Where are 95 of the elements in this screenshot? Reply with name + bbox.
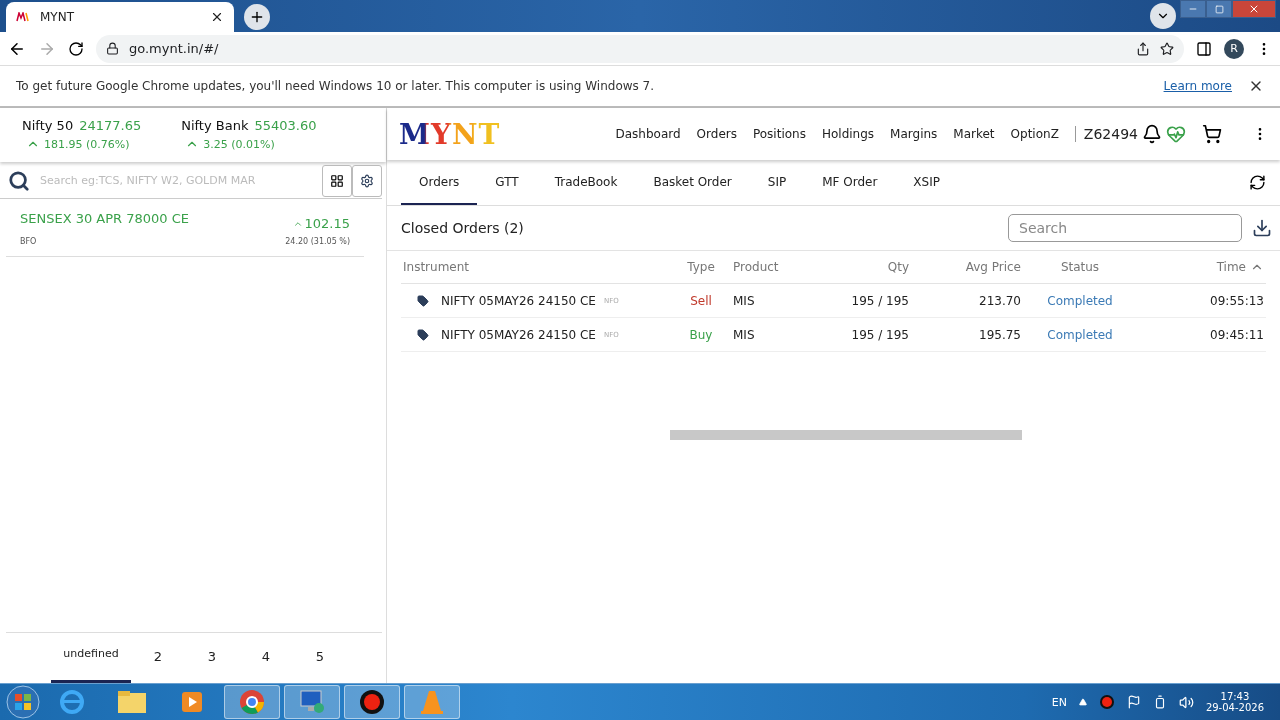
volume-icon[interactable]	[1178, 694, 1194, 710]
record-icon[interactable]	[344, 685, 400, 719]
nav-link[interactable]: Dashboard	[615, 127, 681, 141]
instrument-name: NIFTY 05MAY26 24150 CE	[441, 327, 596, 342]
sub-tab[interactable]: GTT	[477, 160, 537, 205]
sub-tab[interactable]: MF Order	[804, 160, 896, 205]
chrome-icon[interactable]	[224, 685, 280, 719]
table-cell: Buy	[671, 318, 731, 352]
index-name: Nifty 50	[22, 118, 74, 133]
page-tab[interactable]: 3	[185, 633, 239, 683]
search-icon	[8, 169, 30, 192]
scroll-bar[interactable]	[670, 430, 1022, 440]
language-indicator[interactable]: EN	[1051, 695, 1067, 709]
url-text: go.mynt.in/#/	[129, 41, 220, 56]
flag-icon[interactable]	[1126, 695, 1141, 709]
bell-icon[interactable]	[1142, 124, 1162, 144]
nav-link[interactable]: Orders	[696, 127, 737, 141]
table-cell: MIS	[731, 318, 821, 352]
column-header[interactable]: Status	[1023, 251, 1137, 284]
symbol-name: SENSEX 30 APR 78000 CE	[20, 211, 191, 228]
refresh-icon[interactable]	[1249, 174, 1266, 191]
column-header[interactable]: Product	[731, 251, 821, 284]
table-cell: 195 / 195	[821, 318, 911, 352]
column-header[interactable]: Qty	[821, 251, 911, 284]
sub-tab[interactable]: SIP	[749, 160, 805, 205]
close-icon	[1248, 3, 1260, 15]
nav-link[interactable]: Holdings	[821, 127, 875, 141]
side-panel-icon[interactable]	[1196, 40, 1212, 57]
sub-tab[interactable]: XSIP	[895, 160, 958, 205]
section-title: Closed Orders (2)	[401, 220, 524, 236]
grid-icon	[330, 173, 344, 188]
tab-search-button[interactable]	[1150, 3, 1176, 29]
table-cell: MIS	[731, 284, 821, 318]
price-change: 24.20 (31.05 %)	[285, 236, 350, 248]
address-bar[interactable]: go.mynt.in/#/	[96, 34, 1184, 63]
index-change: 181.95 (0.76%)	[44, 137, 130, 151]
table-cell: 195.75	[911, 318, 1023, 352]
start-button[interactable]	[6, 685, 40, 719]
clock[interactable]: 17:43 29-04-2026	[1205, 691, 1264, 713]
restore-icon	[1214, 4, 1224, 14]
index-change: 3.25 (0.01%)	[203, 137, 275, 151]
nav-link[interactable]: OptionZ	[1010, 127, 1059, 141]
exchange-label: BFO	[20, 236, 38, 248]
restore-button[interactable]	[1206, 0, 1232, 18]
learn-more-link[interactable]: Learn more	[1163, 79, 1232, 93]
logo-icon	[16, 12, 30, 22]
page-tab[interactable]: 2	[131, 633, 185, 683]
nav-link[interactable]: Positions	[752, 127, 806, 141]
index-value: 24177.65	[79, 118, 142, 133]
star-icon[interactable]	[1160, 41, 1174, 56]
table-cell: 213.70	[911, 284, 1023, 318]
column-header[interactable]: Instrument	[401, 251, 671, 284]
index-name: Nifty Bank	[181, 118, 249, 133]
settings-button[interactable]	[352, 164, 382, 197]
table-cell: Sell	[671, 284, 731, 318]
download-icon[interactable]	[1252, 218, 1272, 238]
close-icon[interactable]	[210, 10, 224, 24]
tag-icon	[417, 328, 429, 341]
lock-icon	[106, 42, 119, 55]
remote-desktop-icon[interactable]	[284, 685, 340, 719]
client-id: Z62494	[1074, 126, 1138, 142]
table-cell: 09:55:13	[1137, 284, 1266, 318]
column-header[interactable]: Type	[671, 251, 731, 284]
sub-tab[interactable]: Orders	[401, 160, 478, 205]
nav-link[interactable]: Margins	[890, 127, 938, 141]
table-cell: 09:45:11	[1137, 318, 1266, 352]
index-value: 55403.60	[254, 118, 317, 133]
table-cell: 195 / 195	[821, 284, 911, 318]
profile-avatar[interactable]: R	[1224, 38, 1244, 59]
table-cell: Completed	[1023, 318, 1137, 352]
tab-title: MYNT	[40, 10, 75, 24]
grid-view-button[interactable]	[322, 164, 352, 197]
browser-tab[interactable]: MYNT	[6, 2, 234, 32]
share-icon[interactable]	[1136, 41, 1150, 56]
watchlist-item[interactable]: SENSEX 30 APR 78000 CE 102.15 BFO 24.20 (31.05 %)	[6, 199, 364, 257]
minimize-button[interactable]	[1180, 0, 1206, 18]
sub-tab[interactable]: Basket Order	[635, 160, 750, 205]
new-tab-button[interactable]	[244, 4, 270, 30]
plus-icon	[249, 9, 265, 25]
show-hidden-icon[interactable]	[1078, 698, 1087, 706]
update-message: To get future Google Chrome updates, you'll need Windows 10 or later. This computer is using Windows 7.	[16, 79, 655, 93]
search-field[interactable]: Search	[1008, 214, 1242, 242]
nav-link[interactable]: Market	[953, 127, 995, 141]
cart-icon[interactable]	[1202, 124, 1222, 144]
last-price: 102.15	[304, 216, 350, 232]
instrument-name: NIFTY 05MAY26 24150 CE	[441, 293, 596, 308]
page-tab[interactable]: 5	[293, 633, 347, 683]
column-header[interactable]: Avg Price	[911, 251, 1023, 284]
reload-icon[interactable]	[68, 40, 84, 57]
sub-tab[interactable]: TradeBook	[536, 160, 636, 205]
settings-icon	[360, 173, 374, 188]
column-header[interactable]: Time	[1137, 251, 1266, 284]
page-tab[interactable]: 4	[239, 633, 293, 683]
table-cell: Completed	[1023, 284, 1137, 318]
tag-icon	[417, 294, 429, 307]
